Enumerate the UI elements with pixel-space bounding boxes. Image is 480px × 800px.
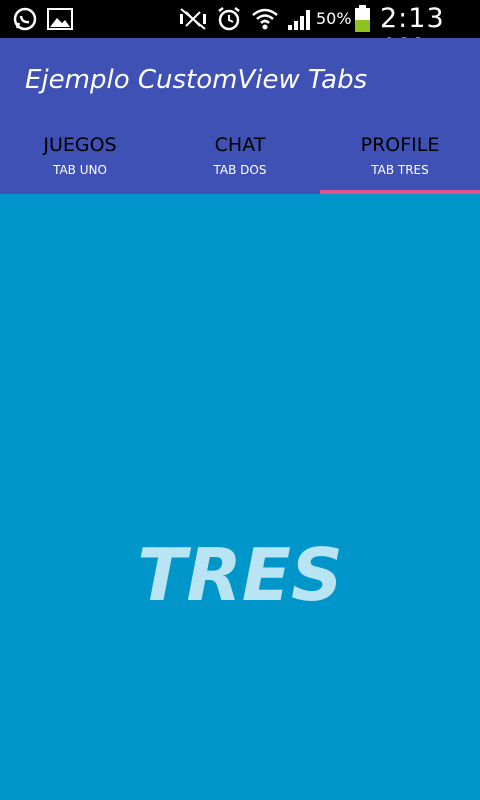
- app-bar: Ejemplo CustomView Tabs JUEGOS TAB UNO C…: [0, 38, 480, 194]
- signal-icon: [288, 10, 310, 30]
- whatsapp-icon: [13, 7, 37, 31]
- tab-subtitle: TAB DOS: [213, 163, 267, 177]
- tab-bar: JUEGOS TAB UNO CHAT TAB DOS PROFILE TAB …: [0, 126, 480, 194]
- battery-icon: [355, 5, 370, 32]
- mute-icon: [180, 8, 206, 30]
- tab-title: CHAT: [214, 134, 266, 156]
- alarm-icon: [218, 7, 240, 31]
- app-title: Ejemplo CustomView Tabs: [25, 65, 368, 95]
- tab-chat[interactable]: CHAT TAB DOS: [160, 126, 320, 194]
- wifi-icon: [252, 8, 278, 30]
- gallery-icon: [47, 8, 73, 30]
- tab-profile[interactable]: PROFILE TAB TRES: [320, 126, 480, 194]
- tab-juegos[interactable]: JUEGOS TAB UNO: [0, 126, 160, 194]
- tab-title: JUEGOS: [43, 134, 117, 156]
- tab-title: PROFILE: [360, 134, 440, 156]
- tab-content: TRES: [0, 194, 480, 800]
- status-bar: 50% 2:13 AM: [0, 0, 480, 64]
- battery-percent: 50%: [316, 9, 352, 28]
- tab-subtitle: TAB TRES: [371, 163, 429, 177]
- content-label: TRES: [137, 533, 343, 617]
- tab-subtitle: TAB UNO: [53, 163, 107, 177]
